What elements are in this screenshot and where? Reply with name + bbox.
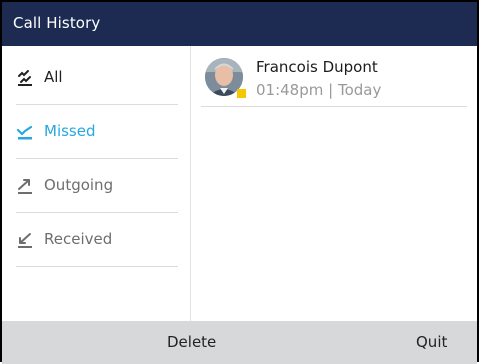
call-time: 01:48pm | Today (256, 81, 382, 99)
delete-button[interactable]: Delete (167, 333, 216, 351)
filter-label-all: All (44, 68, 63, 86)
filter-label-outgoing: Outgoing (44, 176, 114, 194)
quit-button[interactable]: Quit (416, 333, 447, 351)
page-title: Call History (13, 14, 101, 32)
call-list-item[interactable]: Francois Dupont 01:48pm | Today (201, 46, 467, 107)
outgoing-call-icon (18, 179, 32, 194)
phone-screen: Call History All Missed Outgoing Receive… (0, 0, 479, 364)
title-bar: Call History (2, 2, 477, 46)
filter-item-outgoing[interactable]: Outgoing (16, 159, 178, 213)
call-history-list: Francois Dupont 01:48pm | Today (191, 46, 477, 321)
missed-call-icon (16, 125, 33, 140)
filter-label-received: Received (44, 230, 113, 248)
filter-item-received[interactable]: Received (16, 213, 178, 267)
caller-name: Francois Dupont (256, 58, 378, 76)
filter-item-all[interactable]: All (16, 51, 178, 105)
received-call-icon (18, 233, 32, 248)
filter-label-missed: Missed (44, 122, 96, 140)
call-filter-sidebar: All Missed Outgoing Received (2, 46, 191, 321)
filter-item-missed[interactable]: Missed (16, 105, 178, 159)
presence-status-badge (237, 89, 246, 98)
all-calls-icon (18, 70, 32, 86)
softkey-bar: Delete Quit (2, 321, 477, 364)
